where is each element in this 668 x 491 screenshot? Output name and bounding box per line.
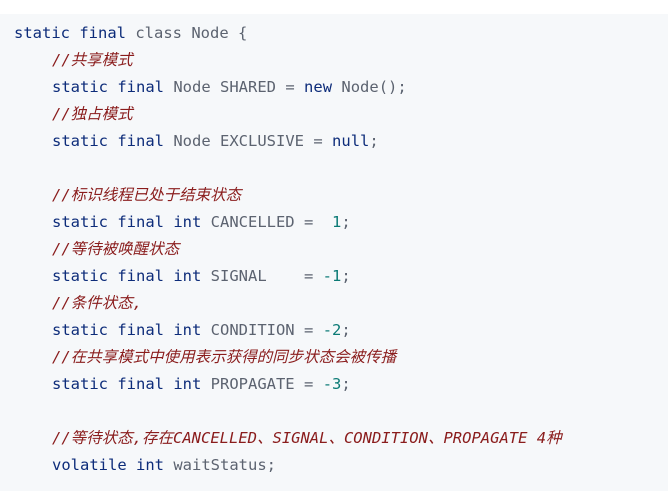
value-rest: Node(); [341,78,407,96]
field-declaration-line: static final int SIGNAL = -1; [14,263,668,290]
value-keyword: null [332,132,370,150]
statement-end: ; [266,456,276,474]
comment-line: //条件状态, [14,290,668,317]
comment-line: //在共享模式中使用表示获得的同步状态会被传播 [14,344,668,371]
class-name: Node [191,24,229,42]
class-keyword: class [135,24,182,42]
comment-line: //等待状态,存在CANCELLED、SIGNAL、CONDITION、PROP… [14,425,668,452]
statement-end: ; [341,321,351,339]
field-declaration-line: volatile int waitStatus; [14,452,668,479]
comment-line: //共享模式 [14,47,668,74]
comment-line: //标识线程已处于结束状态 [14,182,668,209]
field-value: -1 [322,267,342,285]
code-comment: //标识线程已处于结束状态 [52,186,242,204]
value-keyword: new [304,78,333,96]
assign-operator: = [304,213,314,231]
code-comment: //在共享模式中使用表示获得的同步状态会被传播 [52,348,397,366]
field-type: Node [173,78,211,96]
code-comment: //等待被唤醒状态 [52,240,180,258]
field-name: PROPAGATE [210,375,295,393]
field-declaration-line: static final int PROPAGATE = -3; [14,371,668,398]
field-modifiers: static final int [52,375,202,393]
code-comment: //独占模式 [52,105,133,123]
code-comment: //条件状态, [52,294,142,312]
field-modifiers: static final int [52,213,202,231]
assign-operator: = [304,321,314,339]
field-declaration-line: static final Node SHARED = new Node(); [14,74,668,101]
field-value: -2 [322,321,342,339]
class-declaration-line: static final class Node { [14,20,668,47]
field-declaration-line: static final int CONDITION = -2; [14,317,668,344]
code-block: static final class Node { //共享模式 static … [0,14,668,491]
field-modifiers: volatile int [52,456,164,474]
assign-operator: = [303,267,314,285]
statement-end: ; [341,375,351,393]
field-name: CANCELLED [210,213,295,231]
field-value: 1 [332,213,342,231]
code-comment: //共享模式 [52,51,133,69]
field-modifiers: static final int [52,267,202,285]
field-modifiers: static final int [52,321,202,339]
value-rest: ; [369,132,379,150]
field-name: SHARED [220,78,276,96]
assign-operator: = [285,78,295,96]
field-modifiers: static final [52,78,164,96]
comment-line: //独占模式 [14,101,668,128]
class-modifiers: static final [14,24,126,42]
field-declaration-line: static final int CANCELLED = 1; [14,209,668,236]
code-comment: //等待状态,存在CANCELLED、SIGNAL、CONDITION、PROP… [52,429,562,447]
field-declaration-line: static final Node EXCLUSIVE = null; [14,128,668,155]
field-value: -3 [322,375,342,393]
field-modifiers: static final [52,132,164,150]
field-name: waitStatus [173,456,267,474]
statement-end: ; [341,213,351,231]
assign-operator: = [304,375,314,393]
field-name: EXCLUSIVE [220,132,304,150]
statement-end: ; [341,267,351,285]
field-type: Node [173,132,211,150]
comment-line: //等待被唤醒状态 [14,236,668,263]
field-name: CONDITION [210,321,295,339]
class-open-brace: { [238,24,248,42]
field-name: SIGNAL [210,267,267,285]
assign-operator: = [313,132,323,150]
